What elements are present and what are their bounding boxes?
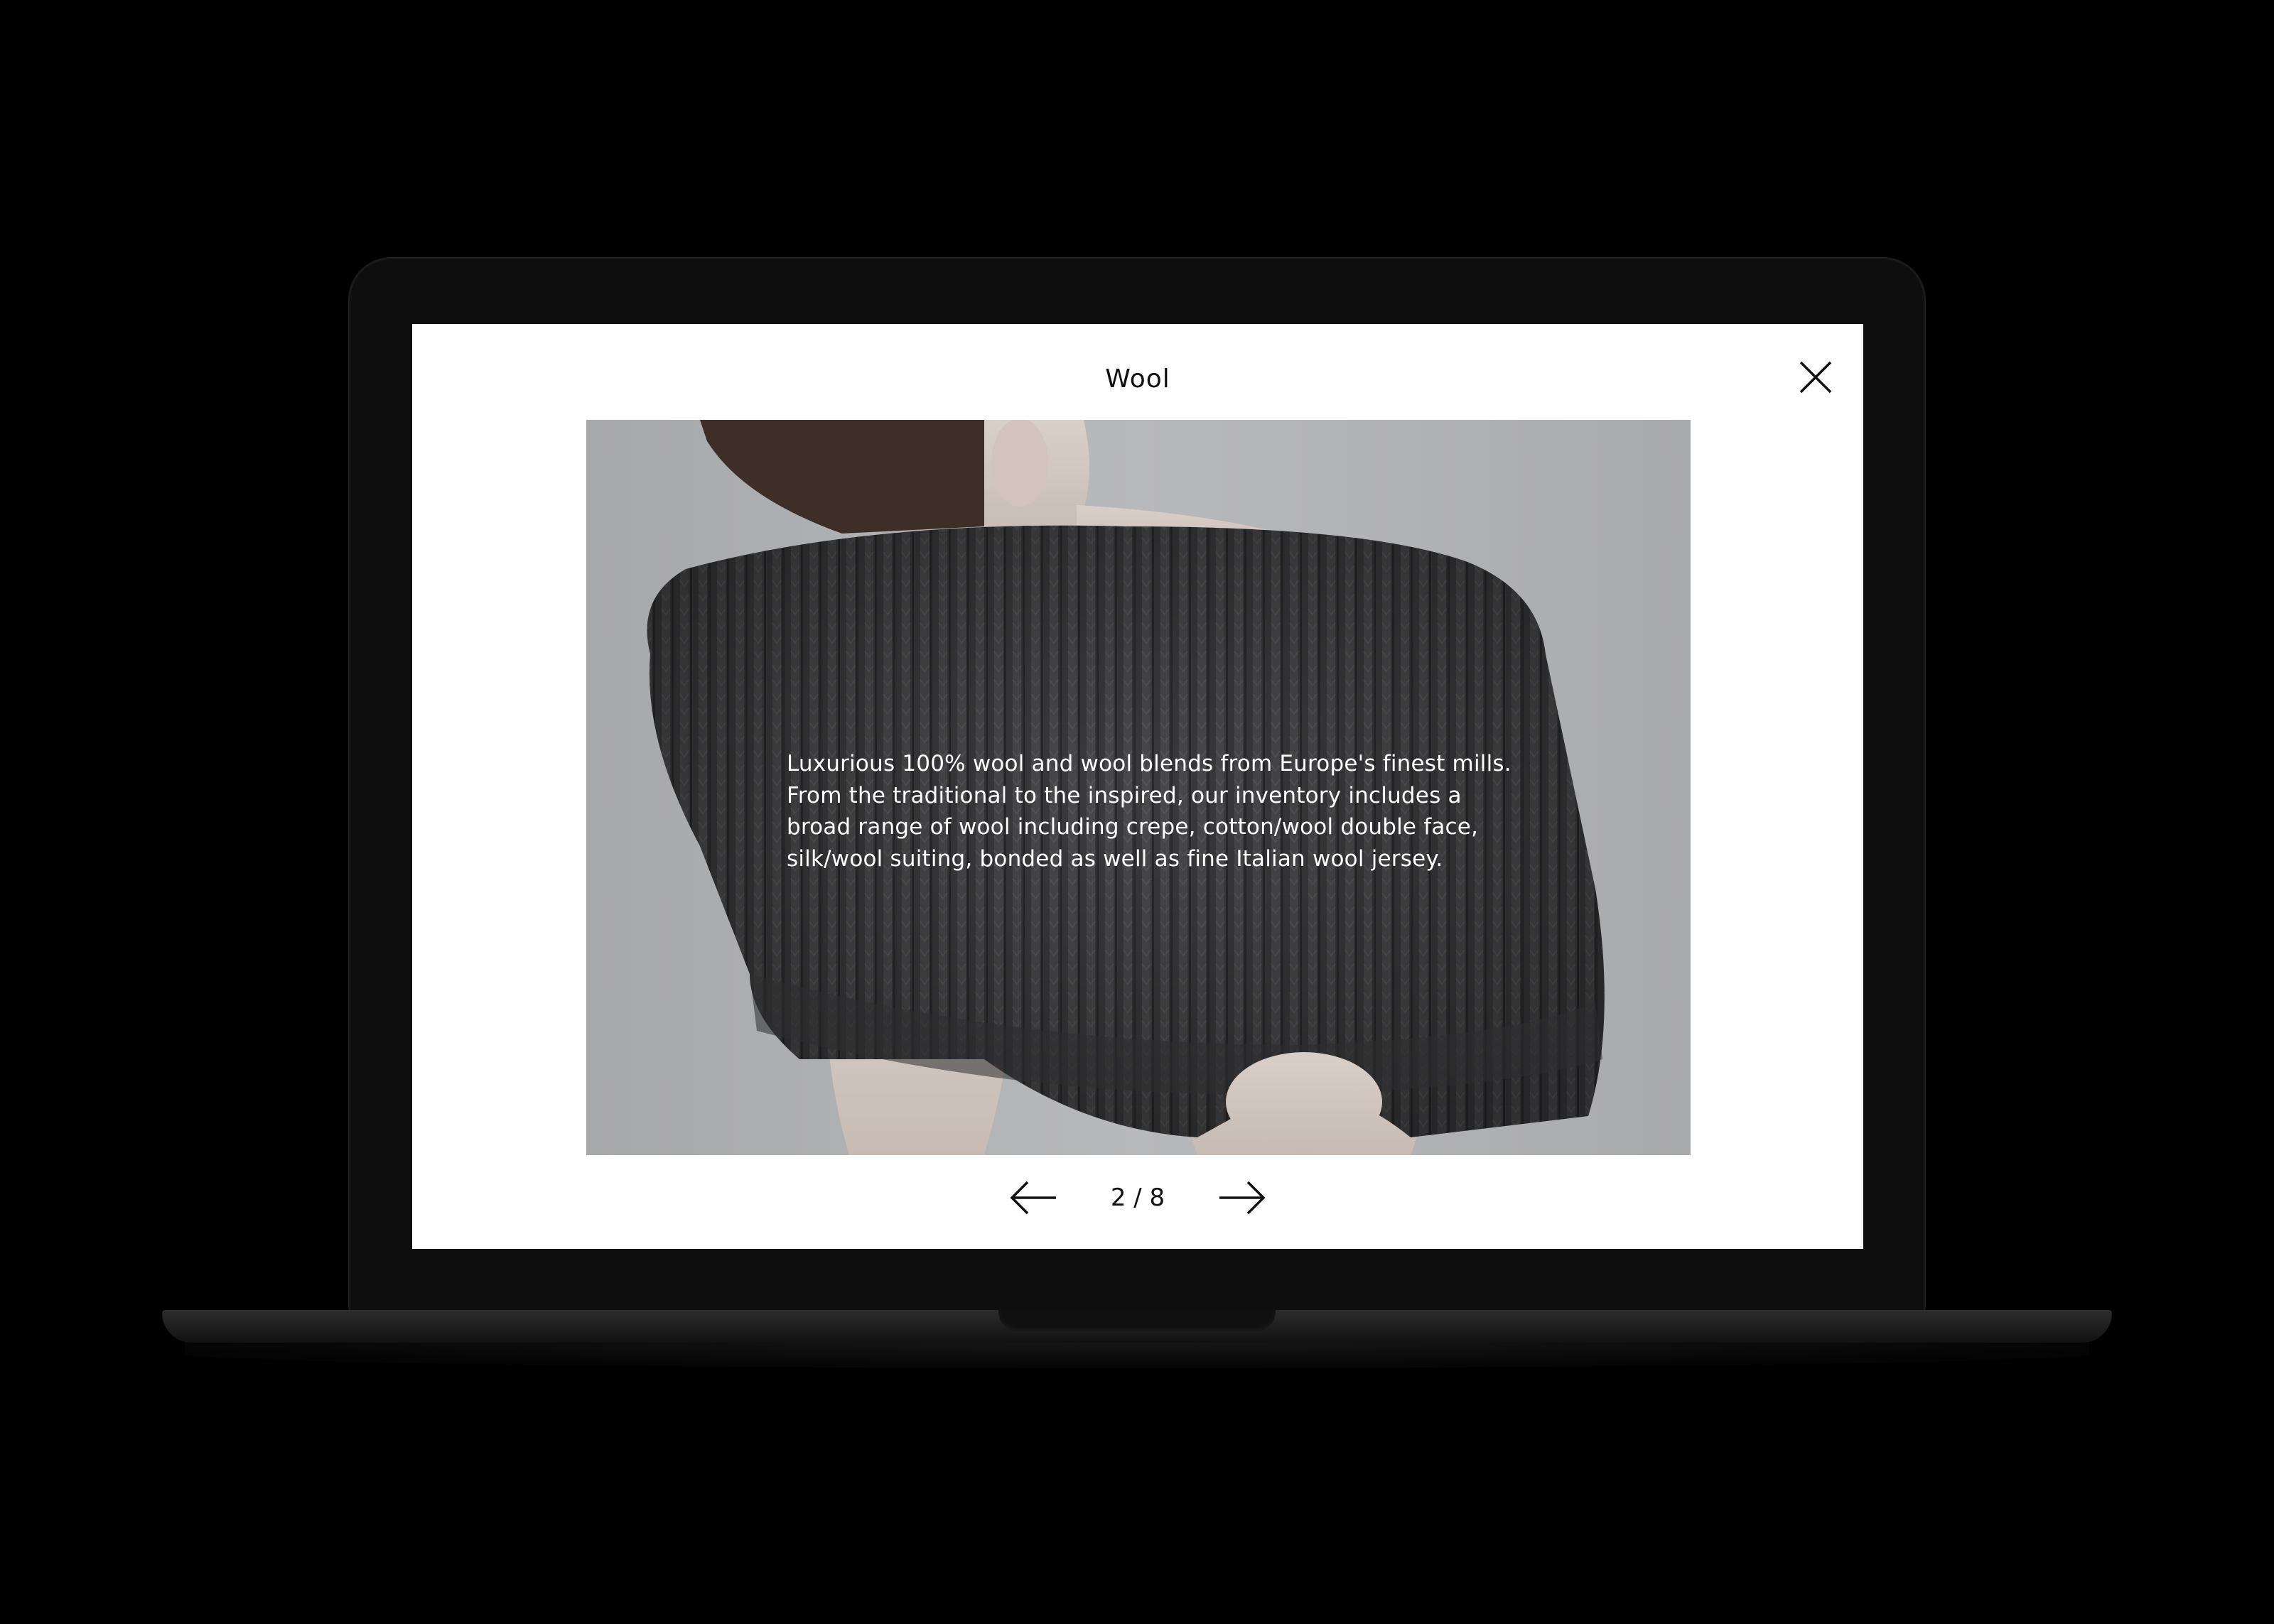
page-counter: 2 / 8 [1110, 1184, 1165, 1212]
mockup-scene: Wool Luxurious 100% wool and wool blends… [0, 0, 2274, 1624]
slide-caption: Luxurious 100% wool and wool blends from… [787, 751, 1511, 872]
close-icon [1799, 361, 1832, 394]
laptop-screen: Wool Luxurious 100% wool and wool blends… [412, 324, 1863, 1249]
next-slide-button[interactable] [1214, 1176, 1271, 1219]
slide-image: Luxurious 100% wool and wool blends from… [586, 420, 1691, 1155]
modal-title: Wool [1105, 364, 1170, 394]
laptop-hinge-notch [998, 1310, 1276, 1331]
arrow-right-icon [1219, 1181, 1266, 1215]
pager: 2 / 8 [412, 1166, 1863, 1238]
laptop-shadow [185, 1340, 2089, 1368]
close-button[interactable] [1791, 352, 1841, 402]
